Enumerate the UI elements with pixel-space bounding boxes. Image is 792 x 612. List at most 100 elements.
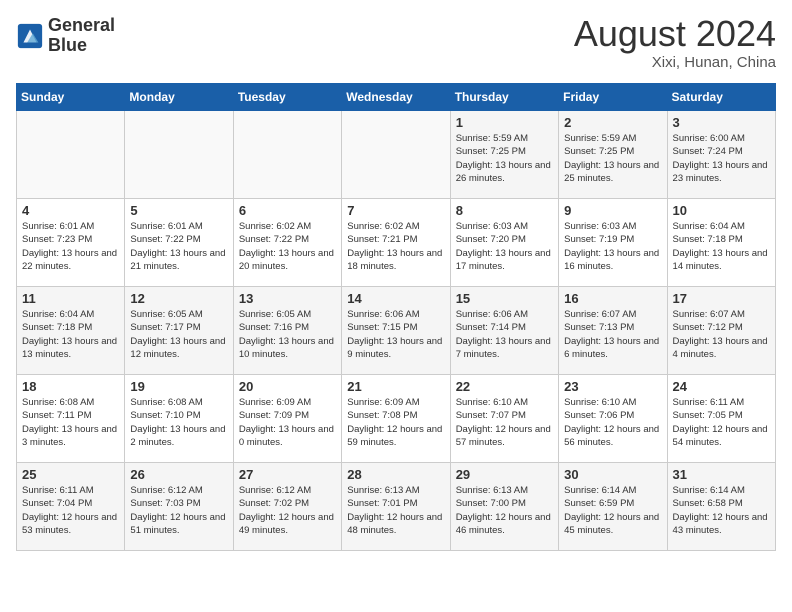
day-number: 27 <box>239 467 336 482</box>
calendar-body: 1Sunrise: 5:59 AM Sunset: 7:25 PM Daylig… <box>17 111 776 551</box>
day-number: 26 <box>130 467 227 482</box>
header-cell-wednesday: Wednesday <box>342 84 450 111</box>
cell-info: Sunrise: 6:14 AM Sunset: 6:59 PM Dayligh… <box>564 484 661 537</box>
location: Xixi, Hunan, China <box>574 54 776 71</box>
calendar-cell: 24 Sunrise: 6:11 AM Sunset: 7:05 PM Dayli… <box>667 375 775 463</box>
cell-info: Sunrise: 6:03 AM Sunset: 7:20 PM Dayligh… <box>456 220 553 273</box>
day-number: 11 <box>22 291 119 306</box>
calendar-cell: 29 Sunrise: 6:13 AM Sunset: 7:00 PM Dayli… <box>450 463 558 551</box>
day-number: 15 <box>456 291 553 306</box>
day-number: 6 <box>239 203 336 218</box>
calendar-cell: 21 Sunrise: 6:09 AM Sunset: 7:08 PM Dayli… <box>342 375 450 463</box>
cell-info: Sunrise: 6:05 AM Sunset: 7:16 PM Dayligh… <box>239 308 336 361</box>
day-number: 16 <box>564 291 661 306</box>
day-number: 18 <box>22 379 119 394</box>
day-number: 25 <box>22 467 119 482</box>
week-row-0: 1Sunrise: 5:59 AM Sunset: 7:25 PM Daylig… <box>17 111 776 199</box>
calendar-cell: 1Sunrise: 5:59 AM Sunset: 7:25 PM Daylig… <box>450 111 558 199</box>
calendar-cell: 28 Sunrise: 6:13 AM Sunset: 7:01 PM Dayli… <box>342 463 450 551</box>
header-cell-sunday: Sunday <box>17 84 125 111</box>
cell-info: Sunrise: 6:04 AM Sunset: 7:18 PM Dayligh… <box>673 220 770 273</box>
header-cell-saturday: Saturday <box>667 84 775 111</box>
cell-info: Sunrise: 6:11 AM Sunset: 7:05 PM Dayligh… <box>673 396 770 449</box>
calendar-cell <box>233 111 341 199</box>
day-number: 14 <box>347 291 444 306</box>
day-number: 2 <box>564 115 661 130</box>
logo-text: General Blue <box>48 16 115 56</box>
cell-info: Sunrise: 6:03 AM Sunset: 7:19 PM Dayligh… <box>564 220 661 273</box>
calendar-cell: 27 Sunrise: 6:12 AM Sunset: 7:02 PM Dayli… <box>233 463 341 551</box>
cell-info: Sunrise: 6:07 AM Sunset: 7:12 PM Dayligh… <box>673 308 770 361</box>
day-number: 3 <box>673 115 770 130</box>
day-number: 19 <box>130 379 227 394</box>
cell-info: Sunrise: 6:09 AM Sunset: 7:09 PM Dayligh… <box>239 396 336 449</box>
week-row-1: 4 Sunrise: 6:01 AM Sunset: 7:23 PM Daylig… <box>17 199 776 287</box>
calendar-cell: 4 Sunrise: 6:01 AM Sunset: 7:23 PM Daylig… <box>17 199 125 287</box>
day-number: 31 <box>673 467 770 482</box>
day-number: 30 <box>564 467 661 482</box>
day-number: 7 <box>347 203 444 218</box>
calendar-cell: 9 Sunrise: 6:03 AM Sunset: 7:19 PM Daylig… <box>559 199 667 287</box>
header-row: SundayMondayTuesdayWednesdayThursdayFrid… <box>17 84 776 111</box>
cell-info: Sunrise: 5:59 AM Sunset: 7:25 PM Dayligh… <box>456 132 553 185</box>
week-row-3: 18 Sunrise: 6:08 AM Sunset: 7:11 PM Dayli… <box>17 375 776 463</box>
page-header: General Blue August 2024 Xixi, Hunan, Ch… <box>16 16 776 71</box>
cell-info: Sunrise: 6:01 AM Sunset: 7:23 PM Dayligh… <box>22 220 119 273</box>
calendar-cell: 22 Sunrise: 6:10 AM Sunset: 7:07 PM Dayli… <box>450 375 558 463</box>
calendar-cell: 11Sunrise: 6:04 AM Sunset: 7:18 PM Dayli… <box>17 287 125 375</box>
week-row-4: 25Sunrise: 6:11 AM Sunset: 7:04 PM Dayli… <box>17 463 776 551</box>
calendar-cell: 16Sunrise: 6:07 AM Sunset: 7:13 PM Dayli… <box>559 287 667 375</box>
calendar-cell: 20Sunrise: 6:09 AM Sunset: 7:09 PM Dayli… <box>233 375 341 463</box>
day-number: 21 <box>347 379 444 394</box>
day-number: 13 <box>239 291 336 306</box>
calendar-cell: 10Sunrise: 6:04 AM Sunset: 7:18 PM Dayli… <box>667 199 775 287</box>
calendar-cell: 7 Sunrise: 6:02 AM Sunset: 7:21 PM Daylig… <box>342 199 450 287</box>
day-number: 29 <box>456 467 553 482</box>
cell-info: Sunrise: 6:12 AM Sunset: 7:02 PM Dayligh… <box>239 484 336 537</box>
calendar-cell: 19Sunrise: 6:08 AM Sunset: 7:10 PM Dayli… <box>125 375 233 463</box>
day-number: 4 <box>22 203 119 218</box>
cell-info: Sunrise: 6:06 AM Sunset: 7:14 PM Dayligh… <box>456 308 553 361</box>
calendar-cell: 15 Sunrise: 6:06 AM Sunset: 7:14 PM Dayli… <box>450 287 558 375</box>
cell-info: Sunrise: 6:12 AM Sunset: 7:03 PM Dayligh… <box>130 484 227 537</box>
calendar-cell: 26 Sunrise: 6:12 AM Sunset: 7:03 PM Dayli… <box>125 463 233 551</box>
cell-info: Sunrise: 6:13 AM Sunset: 7:00 PM Dayligh… <box>456 484 553 537</box>
cell-info: Sunrise: 5:59 AM Sunset: 7:25 PM Dayligh… <box>564 132 661 185</box>
calendar-cell: 17Sunrise: 6:07 AM Sunset: 7:12 PM Dayli… <box>667 287 775 375</box>
calendar-cell: 6 Sunrise: 6:02 AM Sunset: 7:22 PM Daylig… <box>233 199 341 287</box>
day-number: 22 <box>456 379 553 394</box>
header-cell-monday: Monday <box>125 84 233 111</box>
cell-info: Sunrise: 6:08 AM Sunset: 7:11 PM Dayligh… <box>22 396 119 449</box>
calendar-cell: 23Sunrise: 6:10 AM Sunset: 7:06 PM Dayli… <box>559 375 667 463</box>
cell-info: Sunrise: 6:14 AM Sunset: 6:58 PM Dayligh… <box>673 484 770 537</box>
calendar-cell: 30 Sunrise: 6:14 AM Sunset: 6:59 PM Dayli… <box>559 463 667 551</box>
cell-info: Sunrise: 6:05 AM Sunset: 7:17 PM Dayligh… <box>130 308 227 361</box>
cell-info: Sunrise: 6:09 AM Sunset: 7:08 PM Dayligh… <box>347 396 444 449</box>
calendar-cell: 31 Sunrise: 6:14 AM Sunset: 6:58 PM Dayli… <box>667 463 775 551</box>
title-block: August 2024 Xixi, Hunan, China <box>574 16 776 71</box>
calendar-cell: 3 Sunrise: 6:00 AM Sunset: 7:24 PM Daylig… <box>667 111 775 199</box>
cell-info: Sunrise: 6:10 AM Sunset: 7:07 PM Dayligh… <box>456 396 553 449</box>
month-year: August 2024 <box>574 16 776 52</box>
day-number: 28 <box>347 467 444 482</box>
calendar-cell: 18 Sunrise: 6:08 AM Sunset: 7:11 PM Dayli… <box>17 375 125 463</box>
cell-info: Sunrise: 6:00 AM Sunset: 7:24 PM Dayligh… <box>673 132 770 185</box>
logo-line2: Blue <box>48 36 115 56</box>
cell-info: Sunrise: 6:06 AM Sunset: 7:15 PM Dayligh… <box>347 308 444 361</box>
calendar-cell: 14 Sunrise: 6:06 AM Sunset: 7:15 PM Dayli… <box>342 287 450 375</box>
calendar-cell: 5Sunrise: 6:01 AM Sunset: 7:22 PM Daylig… <box>125 199 233 287</box>
cell-info: Sunrise: 6:13 AM Sunset: 7:01 PM Dayligh… <box>347 484 444 537</box>
cell-info: Sunrise: 6:10 AM Sunset: 7:06 PM Dayligh… <box>564 396 661 449</box>
header-cell-thursday: Thursday <box>450 84 558 111</box>
calendar-cell: 8Sunrise: 6:03 AM Sunset: 7:20 PM Daylig… <box>450 199 558 287</box>
calendar-cell: 13 Sunrise: 6:05 AM Sunset: 7:16 PM Dayli… <box>233 287 341 375</box>
logo-line1: General <box>48 16 115 36</box>
calendar-cell: 12 Sunrise: 6:05 AM Sunset: 7:17 PM Dayli… <box>125 287 233 375</box>
calendar-cell: 2 Sunrise: 5:59 AM Sunset: 7:25 PM Daylig… <box>559 111 667 199</box>
cell-info: Sunrise: 6:02 AM Sunset: 7:22 PM Dayligh… <box>239 220 336 273</box>
day-number: 9 <box>564 203 661 218</box>
day-number: 24 <box>673 379 770 394</box>
calendar-cell <box>342 111 450 199</box>
cell-info: Sunrise: 6:02 AM Sunset: 7:21 PM Dayligh… <box>347 220 444 273</box>
day-number: 12 <box>130 291 227 306</box>
